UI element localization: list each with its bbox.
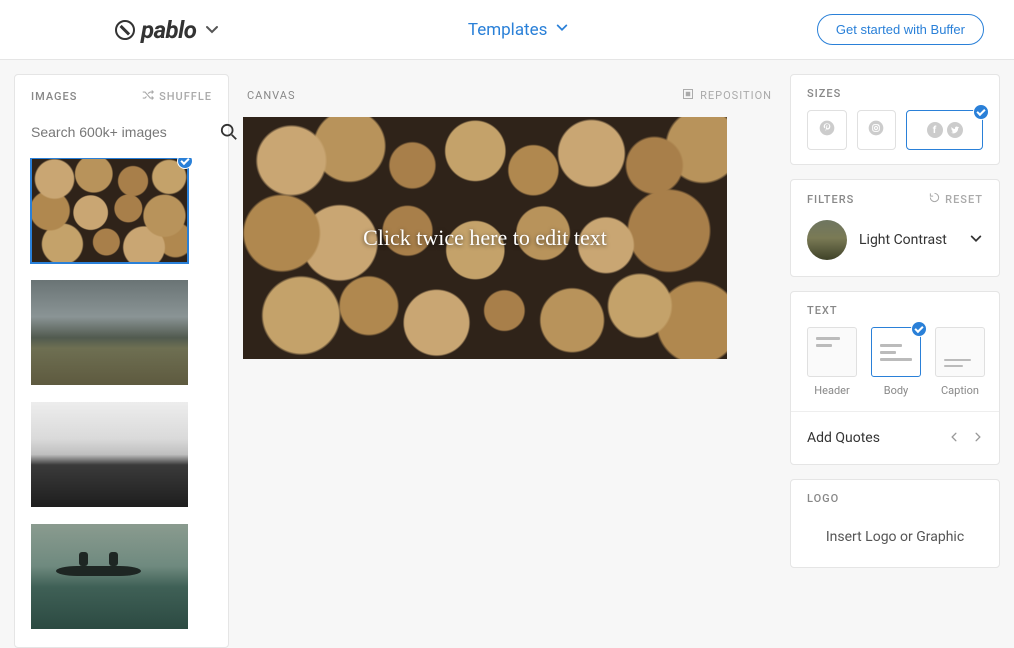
text-option-label: Body: [884, 384, 909, 397]
sizes-options: f: [791, 110, 999, 164]
text-style-preview: [807, 327, 857, 377]
reposition-icon: [682, 88, 694, 103]
add-quotes-label[interactable]: Add Quotes: [807, 430, 880, 446]
templates-label: Templates: [468, 20, 548, 40]
chevron-down-icon: [204, 16, 220, 44]
reset-button[interactable]: RESET: [929, 192, 983, 206]
canvas-area: CANVAS REPOSITION Click twice here to ed…: [243, 74, 776, 648]
text-options: Header Body Caption: [807, 327, 983, 397]
canvas[interactable]: Click twice here to edit text: [243, 117, 727, 359]
quotes-nav: [949, 430, 983, 446]
filters-title: FILTERS: [807, 193, 854, 206]
image-thumbnail[interactable]: [31, 158, 188, 263]
search-icon[interactable]: [220, 123, 238, 141]
text-style-preview: [935, 327, 985, 377]
selected-check-icon: [177, 158, 193, 169]
app-header: pablo Templates Get started with Buffer: [0, 0, 1014, 60]
logo-section: LOGO Insert Logo or Graphic: [790, 479, 1000, 568]
chevron-down-icon: [969, 231, 983, 250]
image-thumbnail[interactable]: [31, 402, 188, 507]
size-option-facebook-twitter[interactable]: f: [906, 110, 983, 150]
size-option-instagram[interactable]: [857, 110, 897, 150]
logo-title: LOGO: [807, 492, 839, 505]
pinterest-icon: [819, 120, 835, 140]
text-header: TEXT: [791, 292, 999, 327]
text-option-caption[interactable]: Caption: [935, 327, 985, 397]
right-sidebar: SIZES f: [790, 74, 1000, 648]
brand-logo[interactable]: pablo: [115, 16, 220, 44]
social-icons-pair: f: [927, 122, 963, 138]
reset-icon: [929, 192, 940, 206]
images-panel: IMAGES SHUFFLE: [14, 74, 229, 648]
image-thumbnail[interactable]: [31, 524, 188, 629]
text-option-body[interactable]: Body: [871, 327, 921, 397]
text-option-header[interactable]: Header: [807, 327, 857, 397]
reposition-button[interactable]: REPOSITION: [682, 88, 772, 103]
search-row: [15, 118, 228, 158]
text-option-label: Caption: [941, 384, 979, 397]
shuffle-icon: [142, 89, 154, 104]
filters-header: FILTERS RESET: [791, 180, 999, 216]
sizes-section: SIZES f: [790, 74, 1000, 165]
canvas-header: CANVAS REPOSITION: [243, 74, 776, 117]
text-style-preview: [871, 327, 921, 377]
images-panel-header: IMAGES SHUFFLE: [15, 75, 228, 118]
size-option-pinterest[interactable]: [807, 110, 847, 150]
pablo-logo-icon: [115, 20, 135, 40]
sizes-header: SIZES: [791, 75, 999, 110]
twitter-icon: [947, 122, 963, 138]
selected-check-icon: [911, 321, 927, 337]
image-thumbnails[interactable]: [15, 158, 228, 647]
facebook-icon: f: [927, 122, 943, 138]
filters-section: FILTERS RESET Light Contrast: [790, 179, 1000, 277]
quotes-prev-button[interactable]: [949, 430, 959, 446]
selected-check-icon: [973, 104, 989, 120]
quotes-next-button[interactable]: [973, 430, 983, 446]
text-title: TEXT: [807, 304, 838, 317]
templates-dropdown[interactable]: Templates: [468, 20, 570, 40]
text-section: TEXT Header Body: [790, 291, 1000, 465]
filter-preview: [807, 220, 847, 260]
search-input[interactable]: [31, 118, 212, 146]
get-started-button[interactable]: Get started with Buffer: [817, 14, 984, 45]
logo-header: LOGO: [791, 480, 999, 515]
shuffle-label: SHUFFLE: [159, 90, 212, 103]
filter-dropdown[interactable]: Light Contrast: [791, 216, 999, 276]
image-thumbnail[interactable]: [31, 280, 188, 385]
text-body: Header Body Caption: [791, 327, 999, 411]
instagram-icon: [868, 120, 884, 140]
chevron-down-icon: [555, 20, 569, 40]
text-option-label: Header: [814, 384, 849, 397]
canvas-text[interactable]: Click twice here to edit text: [363, 225, 607, 251]
add-quotes-row: Add Quotes: [791, 411, 999, 464]
insert-logo-button[interactable]: Insert Logo or Graphic: [791, 515, 999, 567]
reset-label: RESET: [945, 193, 983, 206]
images-title: IMAGES: [31, 90, 77, 103]
canvas-label: CANVAS: [247, 89, 296, 102]
filter-name: Light Contrast: [859, 232, 957, 248]
brand-name: pablo: [141, 16, 196, 44]
sizes-title: SIZES: [807, 87, 841, 100]
main-area: IMAGES SHUFFLE CANVAS: [0, 60, 1014, 648]
reposition-label: REPOSITION: [700, 89, 772, 102]
shuffle-button[interactable]: SHUFFLE: [142, 89, 212, 104]
